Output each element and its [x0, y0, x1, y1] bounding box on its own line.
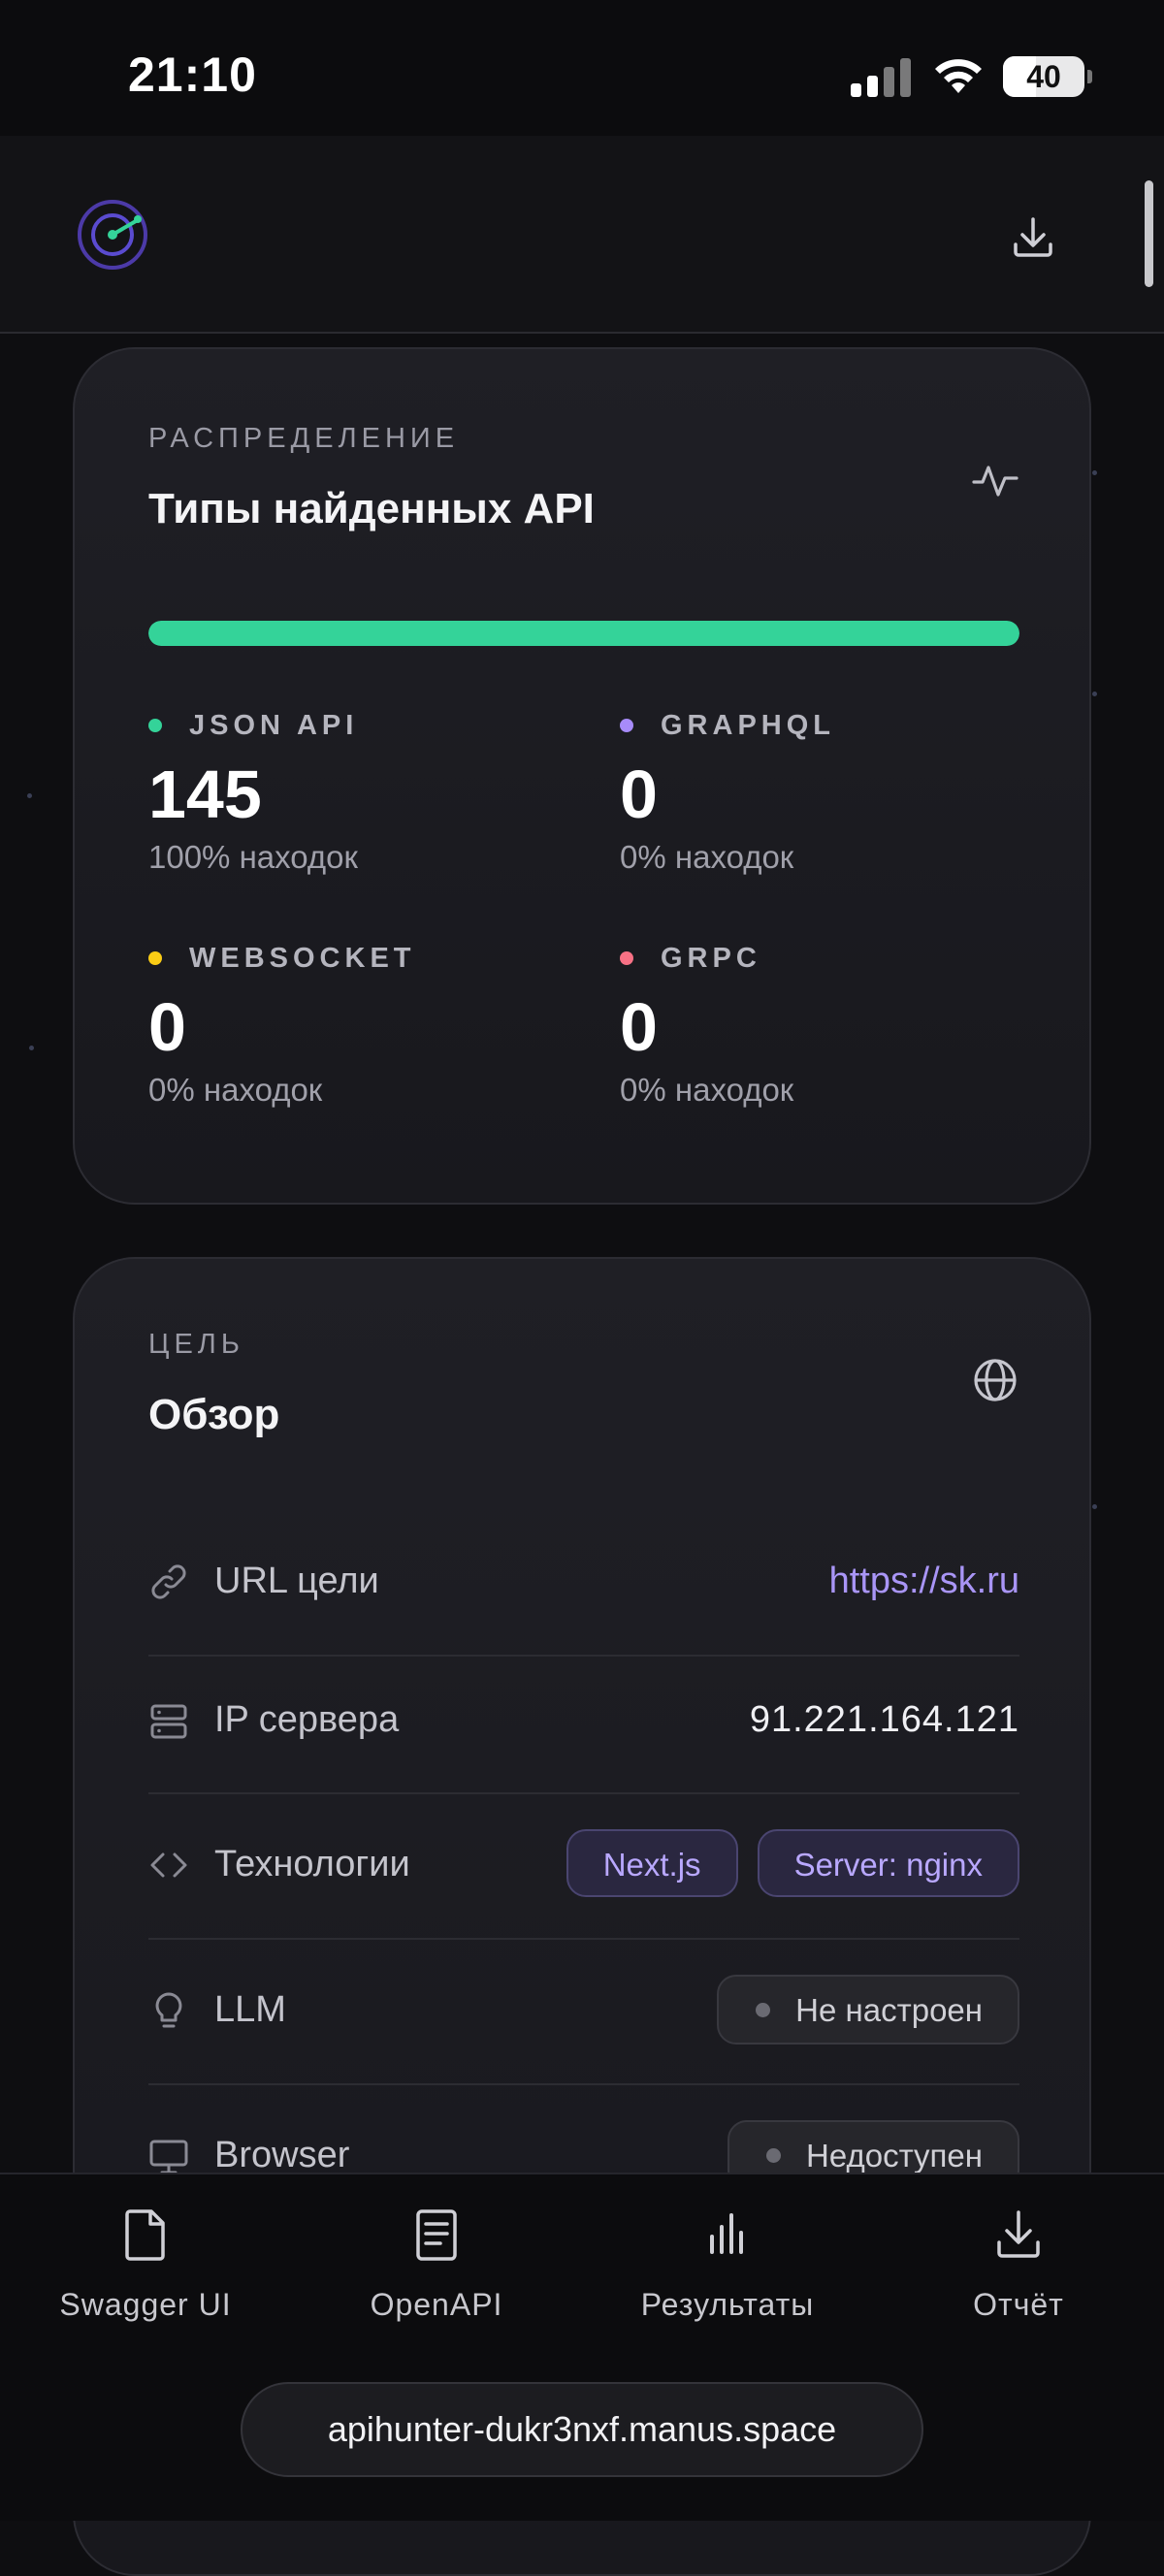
link-icon	[151, 1564, 186, 1599]
nav-label: OpenAPI	[370, 2287, 503, 2322]
stat-grpc: GRPC 0 0% находок	[620, 943, 1027, 1109]
stat-value: 145	[148, 757, 262, 832]
activity-icon	[972, 466, 1018, 497]
stat-value: 0	[620, 989, 658, 1065]
background-dot	[1092, 470, 1097, 475]
row-target-url: URL цели https://sk.ru	[148, 1509, 1019, 1657]
llm-status-badge: Не настроен	[717, 1975, 1019, 2045]
stat-websocket: WEBSOCKET 0 0% находок	[148, 943, 556, 1109]
background-dot	[1092, 692, 1097, 696]
code-icon	[150, 1852, 187, 1878]
nav-report[interactable]: Отчёт	[892, 2207, 1145, 2323]
nav-label: Swagger UI	[59, 2287, 232, 2322]
json-api-segment	[148, 621, 1019, 646]
row-label: Browser	[214, 2135, 350, 2175]
globe-icon	[974, 1359, 1017, 1401]
stat-label: WEBSOCKET	[189, 943, 416, 974]
tech-chip: Server: nginx	[757, 1829, 1019, 1897]
bar-chart-icon	[710, 2213, 743, 2254]
background-dot	[29, 1046, 34, 1050]
row-llm: LLM Не настроен	[148, 1938, 1019, 2085]
status-dot	[148, 951, 162, 965]
stat-json-api: JSON API 145 100% находок	[148, 710, 556, 876]
server-ip-value: 91.221.164.121	[749, 1699, 1019, 1740]
wifi-icon	[935, 59, 982, 93]
background-dot	[1092, 1504, 1097, 1509]
battery-level: 40	[1026, 59, 1061, 94]
monitor-icon	[149, 2140, 188, 2174]
status-dot	[148, 719, 162, 732]
lightbulb-icon	[155, 1992, 182, 2028]
target-url-link[interactable]: https://sk.ru	[829, 1561, 1019, 1602]
status-dot	[620, 719, 633, 732]
background-dot	[27, 793, 32, 798]
status-bar: 21:10 40	[0, 0, 1164, 136]
row-server-ip: IP сервера 91.221.164.121	[148, 1655, 1019, 1794]
status-time: 21:10	[128, 48, 257, 102]
card-eyebrow: ЦЕЛЬ	[148, 1329, 244, 1360]
row-label: Технологии	[214, 1844, 410, 1884]
status-text: Не настроен	[795, 1992, 983, 2028]
stat-percent: 0% находок	[620, 839, 794, 875]
file-icon	[125, 2209, 165, 2261]
document-icon	[416, 2209, 457, 2261]
row-label: LLM	[214, 1989, 286, 2030]
download-icon	[997, 2210, 1040, 2258]
stat-graphql: GRAPHQL 0 0% находок	[620, 710, 1027, 876]
stat-label: GRPC	[661, 943, 761, 974]
battery-icon: 40	[1003, 56, 1092, 97]
app-header	[0, 136, 1164, 334]
nav-label: Отчёт	[973, 2287, 1064, 2322]
stat-value: 0	[620, 757, 658, 832]
radar-logo-icon[interactable]	[76, 198, 149, 272]
status-text: Недоступен	[806, 2138, 983, 2174]
stat-percent: 100% находок	[148, 839, 358, 875]
stat-label: GRAPHQL	[661, 710, 835, 741]
stat-label: JSON API	[189, 710, 359, 741]
cellular-signal-icon	[851, 58, 911, 97]
card-eyebrow: РАСПРЕДЕЛЕНИЕ	[148, 423, 460, 454]
stat-value: 0	[148, 989, 186, 1065]
status-dot	[620, 951, 633, 965]
stat-percent: 0% находок	[620, 1072, 794, 1108]
nav-label: Результаты	[640, 2287, 815, 2322]
nav-openapi[interactable]: OpenAPI	[310, 2207, 563, 2323]
status-dot	[756, 2002, 771, 2017]
card-title: Типы найденных API	[148, 485, 595, 532]
tech-chip: Next.js	[566, 1829, 738, 1897]
scrollbar[interactable]	[1145, 180, 1153, 287]
api-types-card: РАСПРЕДЕЛЕНИЕ Типы найденных API JSON AP…	[73, 347, 1091, 1205]
nav-swagger-ui[interactable]: Swagger UI	[19, 2207, 272, 2323]
server-icon	[150, 1704, 187, 1739]
download-icon[interactable]	[1009, 213, 1057, 262]
distribution-bar	[148, 621, 1019, 646]
stat-percent: 0% находок	[148, 1072, 323, 1108]
status-dot	[766, 2147, 781, 2163]
technology-chips: Next.js Server: nginx	[566, 1829, 1019, 1897]
row-label: URL цели	[214, 1561, 379, 1601]
row-label: IP сервера	[214, 1699, 400, 1740]
browser-url-bar[interactable]: apihunter-dukr3nxf.manus.space	[241, 2382, 923, 2477]
nav-results[interactable]: Результаты	[601, 2207, 854, 2323]
card-title: Обзор	[148, 1391, 280, 1438]
row-technologies: Технологии Next.js Server: nginx	[148, 1792, 1019, 1940]
